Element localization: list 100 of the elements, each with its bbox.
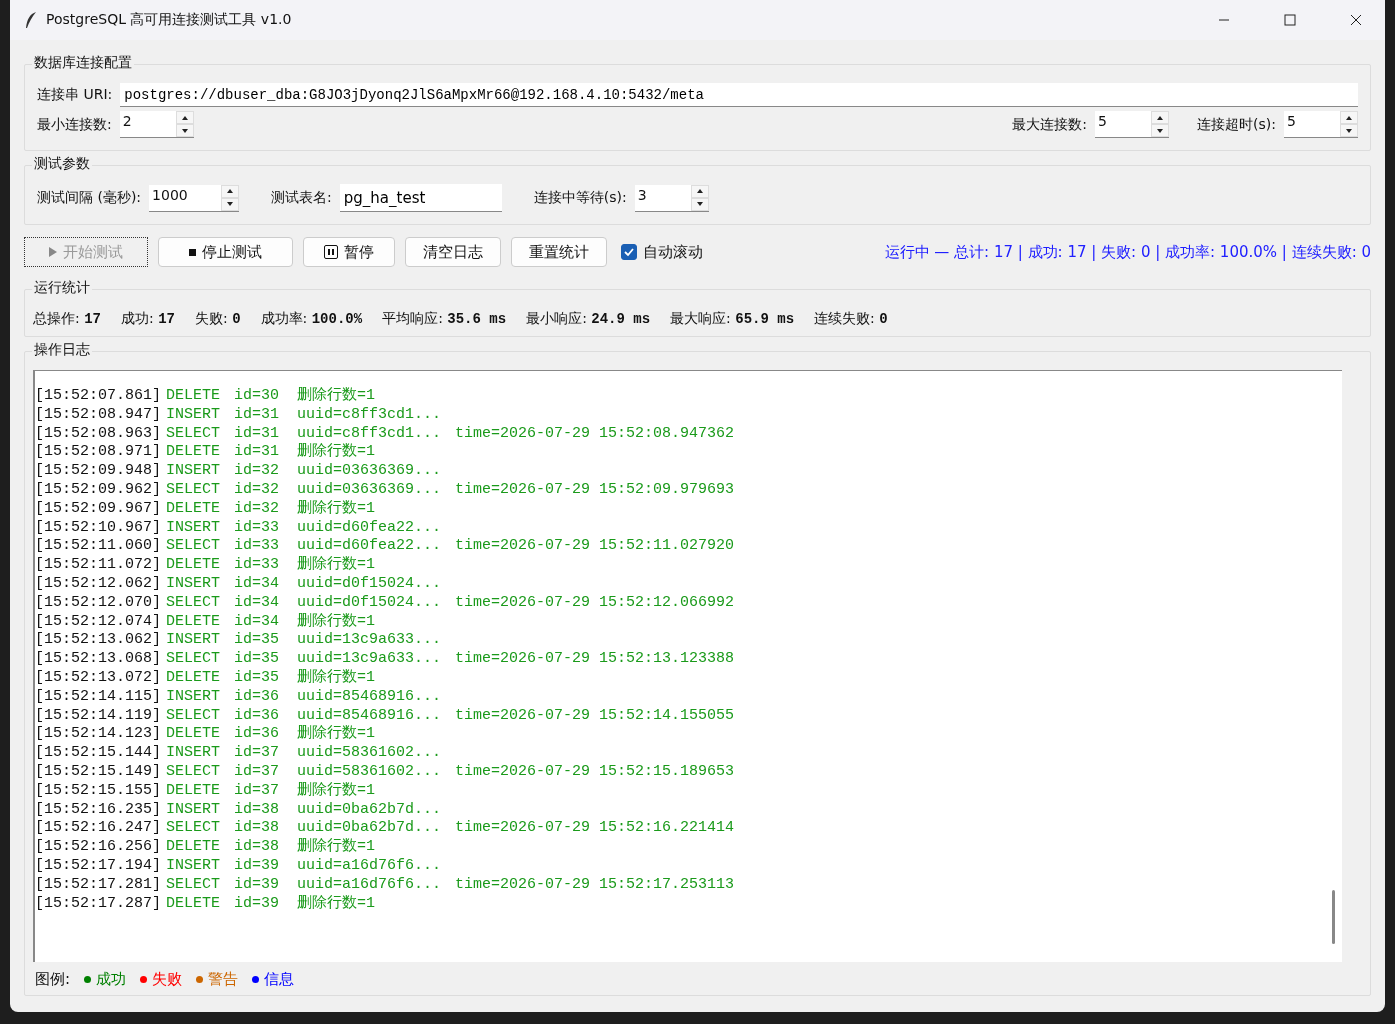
log-time: [15:52:09.962] — [35, 481, 163, 500]
log-time: [15:52:08.971] — [35, 443, 163, 463]
spin-up-icon[interactable] — [226, 188, 235, 194]
toolbar-button[interactable]: 重置统计 — [511, 237, 607, 267]
min-connections-spinbox[interactable]: 2 — [119, 111, 194, 138]
log-detail: uuid=c8ff3cd1... — [297, 405, 443, 425]
spin-down-icon[interactable] — [180, 127, 189, 134]
log-operation: SELECT — [166, 650, 221, 669]
log-detail: uuid=13c9a633... — [297, 650, 443, 669]
log-operation: DELETE — [166, 838, 221, 857]
log-operation: INSERT — [166, 405, 221, 425]
toolbar-button[interactable]: 清空日志 — [405, 237, 501, 267]
max-connections-spinbox[interactable]: 5 — [1095, 111, 1170, 138]
log-detail: uuid=85468916... — [297, 706, 443, 725]
log-detail: 删除行数=1 — [297, 725, 376, 745]
log-operation: SELECT — [166, 875, 221, 895]
log-time: [15:52:13.072] — [35, 668, 163, 688]
log-detail: uuid=0ba62b7d... — [297, 819, 443, 838]
log-time: [15:52:11.060] — [35, 537, 163, 557]
table-name-field[interactable]: pg_ha_test — [339, 184, 502, 212]
log-operation: INSERT — [166, 687, 221, 707]
interval-spinbox[interactable]: 1000 — [149, 184, 240, 212]
stat-text: 最大响应: 65.9 ms — [670, 310, 795, 328]
uri-field[interactable]: postgres://dbuser_dba:G8JO3jDyonq2JlS6aMpxMr66@192.168.4.10:5432/meta — [120, 83, 1358, 107]
legend-text: 信息 — [264, 970, 295, 989]
log-operation: SELECT — [166, 424, 221, 444]
stat-text: 成功: 17 — [121, 310, 175, 328]
toolbar-button[interactable]: 暂停 — [303, 237, 395, 267]
log-detail: 删除行数=1 — [297, 612, 376, 632]
status-text: 运行中 — 总计: 17 | 成功: 17 | 失败: 0 | 成功率: 100.0% | 连续失败: 0 — [884, 242, 1371, 262]
log-id: id=37 — [234, 781, 280, 801]
log-time: [15:52:17.287] — [35, 894, 163, 914]
log-time: [15:52:17.194] — [35, 856, 163, 876]
spin-up-icon[interactable] — [695, 188, 704, 194]
log-time: [15:52:14.123] — [35, 725, 163, 745]
log-detail: uuid=85468916... — [297, 687, 443, 707]
log-time: [15:52:15.149] — [35, 762, 163, 782]
log-time: [15:52:09.948] — [35, 462, 163, 481]
auto-scroll-checkbox[interactable]: 自动滚动 — [621, 242, 703, 262]
legend-text: 成功 — [96, 970, 127, 989]
log-id: id=36 — [234, 706, 280, 726]
log-id: id=38 — [234, 819, 280, 839]
log-detail: 删除行数=1 — [297, 556, 376, 575]
spin-down-icon[interactable] — [1156, 127, 1165, 134]
log-timestamp: time=2026-07-29 15:52:15.189653 — [455, 762, 735, 782]
log-id: id=32 — [234, 462, 280, 481]
log-detail: uuid=d0f15024... — [297, 593, 443, 613]
log-id: id=31 — [234, 424, 280, 444]
log-id: id=38 — [234, 800, 280, 820]
max-connections-label: 最大连接数: — [1012, 115, 1088, 134]
log-id: id=32 — [234, 481, 280, 500]
stat-text: 总操作: 17 — [33, 310, 101, 328]
timeout-label: 连接超时(s): — [1197, 115, 1276, 134]
log-operation: DELETE — [166, 443, 221, 463]
log-id: id=34 — [234, 574, 280, 594]
scrollbar-thumb[interactable] — [1332, 890, 1335, 944]
log-time: [15:52:12.070] — [35, 593, 163, 613]
close-icon[interactable] — [1350, 14, 1362, 26]
log-id: id=33 — [234, 556, 280, 575]
log-operation: INSERT — [166, 744, 221, 763]
log-operation: INSERT — [166, 462, 221, 481]
spin-down-icon[interactable] — [1345, 127, 1353, 134]
timeout-spinbox[interactable]: 5 — [1284, 111, 1358, 138]
log-id: id=33 — [234, 518, 280, 538]
log-detail: 删除行数=1 — [297, 781, 376, 801]
interval-label: 测试间隔 (毫秒): — [37, 189, 142, 207]
stat-text: 最小响应: 24.9 ms — [526, 310, 651, 328]
log-detail: uuid=03636369... — [297, 462, 443, 481]
log-timestamp: time=2026-07-29 15:52:14.155055 — [455, 706, 735, 726]
spin-down-icon[interactable] — [226, 201, 235, 207]
log-detail: 删除行数=1 — [297, 387, 376, 406]
log-timestamp: time=2026-07-29 15:52:16.221414 — [455, 819, 735, 839]
legend-text: 警告 — [208, 970, 239, 989]
toolbar-button[interactable]: 停止测试 — [158, 237, 293, 267]
log-detail: uuid=13c9a633... — [297, 631, 443, 651]
log-timestamp: time=2026-07-29 15:52:08.947362 — [455, 424, 735, 444]
wait-spinbox[interactable]: 3 — [634, 184, 709, 212]
spin-up-icon[interactable] — [1345, 114, 1353, 121]
log-time: [15:52:17.281] — [35, 875, 163, 895]
log-id: id=36 — [234, 725, 280, 745]
log-operation: INSERT — [166, 518, 221, 538]
log-operation: SELECT — [166, 819, 221, 839]
log-timestamp: time=2026-07-29 15:52:11.027920 — [455, 537, 735, 557]
spin-down-icon[interactable] — [695, 201, 704, 207]
min-connections-label: 最小连接数: — [37, 115, 112, 134]
log-id: id=39 — [234, 894, 280, 914]
log-id: id=35 — [234, 631, 280, 651]
log-time: [15:52:15.144] — [35, 744, 163, 763]
log-id: id=35 — [234, 650, 280, 669]
log-timestamp: time=2026-07-29 15:52:17.253113 — [455, 875, 735, 895]
log-time: [15:52:13.068] — [35, 650, 163, 669]
spin-up-icon[interactable] — [180, 114, 189, 121]
table-name-label: 测试表名: — [271, 189, 332, 207]
log-id: id=37 — [234, 744, 280, 763]
checkbox-icon[interactable] — [621, 244, 637, 260]
log-detail: uuid=0ba62b7d... — [297, 800, 443, 820]
spin-up-icon[interactable] — [1156, 114, 1165, 121]
log-time: [15:52:14.115] — [35, 687, 163, 707]
maximize-icon[interactable] — [1284, 14, 1296, 26]
log-operation: DELETE — [166, 725, 221, 745]
